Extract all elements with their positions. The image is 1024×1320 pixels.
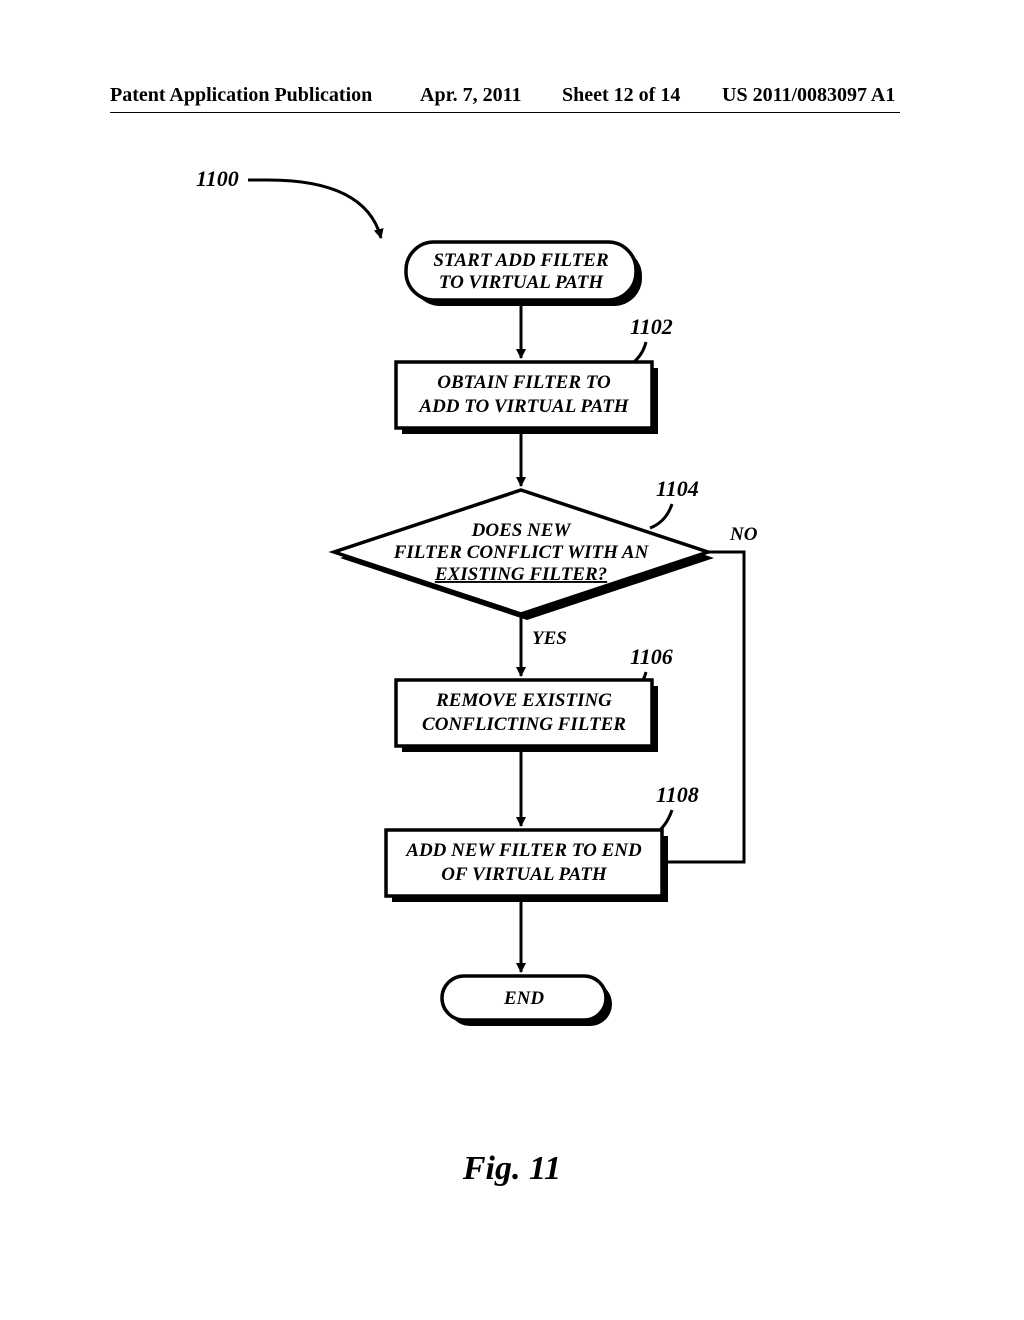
start-node: START ADD FILTER TO VIRTUAL PATH — [406, 242, 642, 306]
ref-1108: 1108 — [656, 782, 699, 807]
ref-1104: 1104 — [656, 476, 699, 501]
ref-1102: 1102 — [630, 314, 673, 339]
svg-text:START ADD FILTER: START ADD FILTER — [433, 250, 608, 271]
end-node: END — [442, 976, 612, 1026]
svg-text:OBTAIN FILTER TO: OBTAIN FILTER TO — [437, 372, 611, 393]
figure-caption: Fig. 11 — [0, 1150, 1024, 1188]
svg-text:REMOVE EXISTING: REMOVE EXISTING — [435, 690, 612, 711]
flowchart: 1100 START ADD FILTER TO VIRTUAL PATH 11… — [176, 160, 856, 1080]
svg-text:CONFLICTING FILTER: CONFLICTING FILTER — [422, 714, 626, 735]
add-filter-node: ADD NEW FILTER TO END OF VIRTUAL PATH — [386, 830, 668, 902]
sheet-number: Sheet 12 of 14 — [562, 84, 680, 107]
publication-label: Patent Application Publication — [110, 84, 372, 107]
svg-text:ADD TO VIRTUAL PATH: ADD TO VIRTUAL PATH — [418, 396, 629, 417]
obtain-filter-node: OBTAIN FILTER TO ADD TO VIRTUAL PATH — [396, 362, 658, 434]
svg-text:DOES NEW: DOES NEW — [471, 520, 572, 541]
svg-text:FILTER CONFLICT WITH AN: FILTER CONFLICT WITH AN — [393, 542, 650, 563]
ref-1106: 1106 — [630, 644, 673, 669]
yes-label: YES — [532, 628, 567, 649]
no-label: NO — [729, 524, 758, 545]
remove-filter-node: REMOVE EXISTING CONFLICTING FILTER — [396, 680, 658, 752]
svg-text:ADD NEW FILTER TO END: ADD NEW FILTER TO END — [405, 840, 642, 861]
svg-text:OF VIRTUAL PATH: OF VIRTUAL PATH — [441, 864, 608, 885]
publication-number: US 2011/0083097 A1 — [722, 84, 895, 107]
svg-text:EXISTING FILTER?: EXISTING FILTER? — [434, 564, 607, 585]
publication-date: Apr. 7, 2011 — [420, 84, 522, 107]
svg-text:END: END — [503, 988, 544, 1009]
svg-text:TO VIRTUAL PATH: TO VIRTUAL PATH — [439, 272, 605, 293]
header-rule — [110, 112, 900, 113]
ref-1100: 1100 — [196, 166, 239, 191]
decision-node: DOES NEW FILTER CONFLICT WITH AN EXISTIN… — [334, 490, 714, 620]
